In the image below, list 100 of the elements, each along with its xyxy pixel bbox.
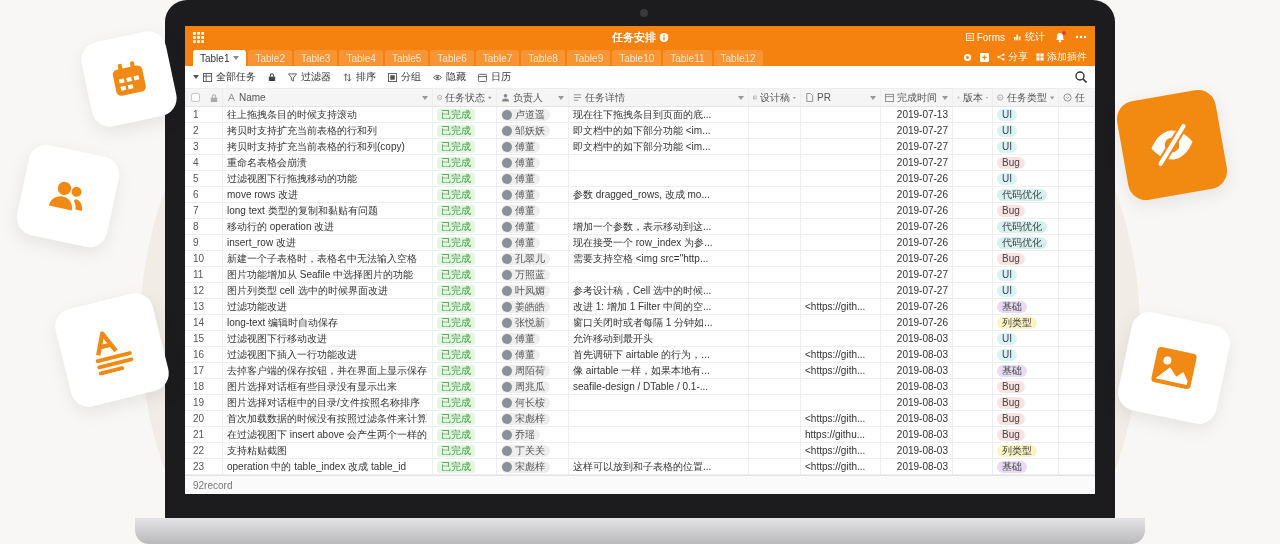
avatar-icon xyxy=(502,109,512,120)
avatar-icon xyxy=(502,205,512,216)
avatar-icon xyxy=(502,461,512,472)
column-header[interactable]: Name xyxy=(239,92,266,103)
hide-button[interactable]: 隐藏 xyxy=(433,70,466,84)
type-tag: UI xyxy=(997,124,1017,137)
view-selector[interactable]: 全部任务 xyxy=(193,70,256,84)
checkbox[interactable] xyxy=(191,93,200,102)
grid-icon xyxy=(1036,53,1044,61)
settings-icon[interactable] xyxy=(963,52,972,62)
more-icon[interactable] xyxy=(1075,35,1087,39)
table-cell: 2019-07-26 xyxy=(881,299,953,314)
record-count: 92record xyxy=(193,479,233,491)
table-cell: <https://gith... xyxy=(801,363,881,378)
column-header[interactable]: 任务状态 xyxy=(445,90,486,105)
search-icon[interactable] xyxy=(1075,71,1087,83)
avatar-icon xyxy=(502,189,512,200)
table-cell: 参数 dragged_rows, 改成 mo... xyxy=(569,187,749,202)
table-cell: 过滤功能改进 xyxy=(223,299,433,314)
type-tag: 代码优化 xyxy=(997,188,1047,201)
filter-button[interactable]: 过滤器 xyxy=(288,70,331,84)
row-number: 13 xyxy=(185,299,223,314)
table-cell: 2019-07-26 xyxy=(881,219,953,234)
type-tag: 基础 xyxy=(997,300,1027,313)
status-tag: 已完成 xyxy=(437,460,475,473)
type-tag: UI xyxy=(997,284,1017,297)
info-icon[interactable] xyxy=(659,32,669,42)
table-cell: 2019-08-03 xyxy=(881,379,953,394)
group-button[interactable]: 分组 xyxy=(388,70,421,84)
table-cell: <https://gith... xyxy=(801,347,881,362)
type-tag: UI xyxy=(997,332,1017,345)
caret-icon[interactable] xyxy=(942,95,948,100)
table-cell: 2019-07-27 xyxy=(881,283,953,298)
table-cell: 2019-07-26 xyxy=(881,171,953,186)
table-cell: 参考设计稿，Cell 选中的时候... xyxy=(569,283,749,298)
row-number: 20 xyxy=(185,411,223,426)
column-header[interactable]: 任 xyxy=(1075,90,1085,105)
form-icon xyxy=(965,33,974,41)
table-cell: 现在往下拖拽条目到页面的底... xyxy=(569,107,749,122)
assignee-name: 丁关关 xyxy=(515,444,545,457)
type-tag: UI xyxy=(997,348,1017,361)
table-cell: 2019-08-03 xyxy=(881,395,953,410)
group-icon xyxy=(388,72,397,82)
caret-icon[interactable] xyxy=(1049,95,1054,100)
column-header[interactable]: 负责人 xyxy=(513,90,543,105)
image-field-icon xyxy=(753,93,758,102)
caret-icon[interactable] xyxy=(422,95,428,100)
column-header[interactable]: 完成时间 xyxy=(897,90,937,105)
column-header[interactable]: PR xyxy=(817,92,831,103)
type-tag: 基础 xyxy=(997,460,1027,473)
avatar-icon xyxy=(502,157,512,168)
caret-icon[interactable] xyxy=(738,95,744,100)
status-tag: 已完成 xyxy=(437,204,475,217)
bell-icon[interactable] xyxy=(1054,31,1066,43)
row-number: 12 xyxy=(185,283,223,298)
row-number: 4 xyxy=(185,155,223,170)
caret-icon[interactable] xyxy=(870,95,876,100)
sort-button[interactable]: 排序 xyxy=(343,70,376,84)
assignee-name: 傅董 xyxy=(515,236,535,249)
table-cell: 图片列类型 cell 选中的时候界面改进 xyxy=(223,283,433,298)
table-cell: 这样可以放到和子表格的位置... xyxy=(569,459,749,474)
column-header[interactable]: 任务类型 xyxy=(1006,90,1047,105)
assignee-name: 傅董 xyxy=(515,172,535,185)
apps-grid-icon[interactable] xyxy=(193,31,204,43)
table-cell: 2019-07-26 xyxy=(881,203,953,218)
calendar-button[interactable]: 日历 xyxy=(478,70,511,84)
avatar-icon xyxy=(502,445,512,456)
assignee-name: 傅董 xyxy=(515,348,535,361)
assignee-name: 傅董 xyxy=(515,332,535,345)
column-header[interactable]: 任务详情 xyxy=(585,90,625,105)
column-header[interactable]: 设计稿 xyxy=(760,90,791,105)
row-number: 14 xyxy=(185,315,223,330)
avatar-icon xyxy=(502,317,512,328)
table-cell: 拷贝时支持扩充当前表格的行和列 xyxy=(223,123,433,138)
status-tag: 已完成 xyxy=(437,428,475,441)
calendar-icon xyxy=(478,72,487,82)
table-cell: insert_row 改进 xyxy=(223,235,433,250)
status-tag: 已完成 xyxy=(437,124,475,137)
row-number: 23 xyxy=(185,459,223,474)
status-tag: 已完成 xyxy=(437,268,475,281)
row-number: 6 xyxy=(185,187,223,202)
avatar-icon xyxy=(502,349,512,360)
table-cell: 增加一个参数，表示移动到这... xyxy=(569,219,749,234)
file-field-icon xyxy=(805,93,814,102)
table-tab[interactable]: Table1 xyxy=(193,50,247,66)
column-header[interactable]: 版本 xyxy=(963,90,983,105)
assignee-name: 邹妖妖 xyxy=(515,124,545,137)
table-cell: 2019-07-13 xyxy=(881,107,953,122)
long-text-field-icon xyxy=(573,93,582,102)
row-number: 15 xyxy=(185,331,223,346)
row-number: 9 xyxy=(185,235,223,250)
table-cell: 2019-07-26 xyxy=(881,251,953,266)
type-tag: UI xyxy=(997,268,1017,281)
type-tag: Bug xyxy=(997,252,1025,265)
caret-icon[interactable] xyxy=(558,95,564,100)
table-cell: 去掉客户端的保存按钮，并在界面上显示保存 xyxy=(223,363,433,378)
row-number: 10 xyxy=(185,251,223,266)
status-tag: 已完成 xyxy=(437,220,475,233)
add-icon[interactable] xyxy=(980,52,989,62)
type-tag: Bug xyxy=(997,204,1025,217)
